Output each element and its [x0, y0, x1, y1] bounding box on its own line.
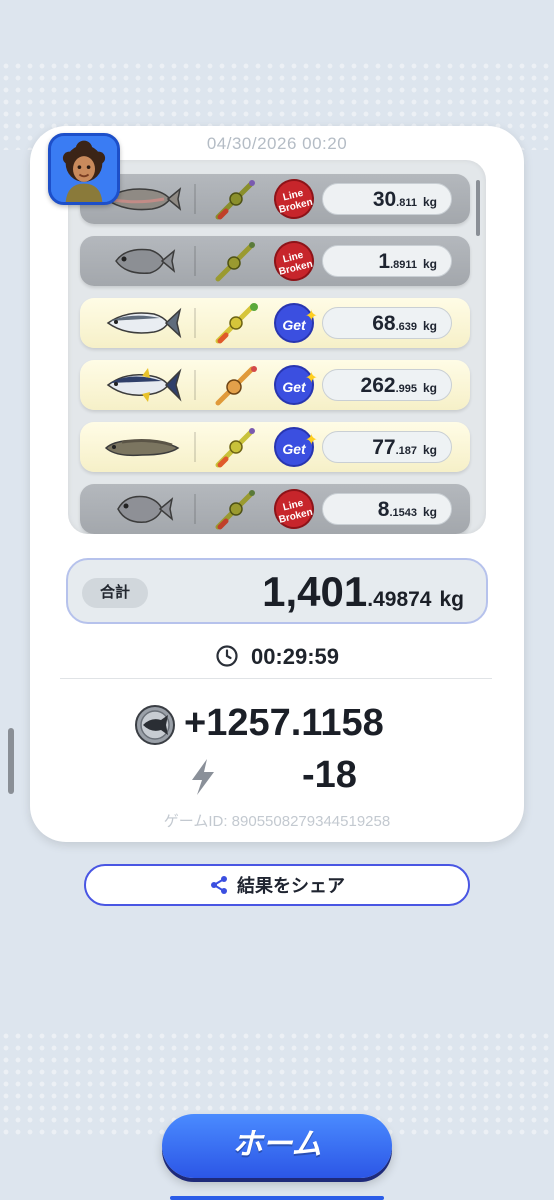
get-badge: Get — [274, 421, 318, 467]
elapsed-time-value: 00:29:59 — [250, 644, 340, 669]
share-icon — [211, 876, 227, 894]
fishing-rod-icon — [212, 239, 262, 283]
energy-cost: -18 — [134, 754, 434, 798]
fishing-rod-icon — [212, 177, 262, 221]
coin-reward: +1257.1158 — [134, 702, 434, 746]
amberjack-icon — [102, 304, 182, 342]
catch-row: Get 262.995kg — [80, 359, 470, 410]
fishing-rod-icon — [212, 363, 262, 407]
fish-coin-icon — [135, 705, 175, 745]
total-weight-box: 合計 1,401.49874 kg — [66, 558, 488, 624]
lightning-bolt-icon — [192, 759, 214, 795]
next-button-edge — [170, 1196, 384, 1200]
fishing-rod-icon — [212, 487, 262, 531]
catch-list[interactable]: Line Broken 30.811 kg Line Broken 1.8911 kg — [68, 160, 486, 534]
catch-row: Line Broken 1.8911 kg — [80, 236, 470, 286]
row-divider — [194, 494, 196, 524]
catch-row: Get 77.187kg — [80, 421, 470, 472]
tuna-icon — [102, 366, 182, 404]
row-divider — [194, 308, 196, 338]
catch-weight: 68.639 kg — [322, 307, 452, 339]
catch-weight: 262.995 kg — [322, 369, 452, 401]
catch-weight: 1.8911 kg — [322, 245, 452, 277]
player-avatar[interactable] — [48, 133, 120, 205]
coin-reward-value: +1257.1158 — [184, 702, 384, 744]
divider — [60, 678, 492, 679]
line-broken-badge: Line Broken — [269, 236, 319, 286]
catch-weight: 77.187 kg — [322, 431, 452, 463]
get-badge: Get — [274, 359, 318, 405]
catch-row: Get 68.639kg — [80, 297, 470, 348]
catch-row: Line Broken 8.1543 kg — [80, 484, 470, 534]
fishing-rod-icon — [212, 301, 262, 345]
fishing-rod-icon — [212, 425, 262, 469]
piranha-icon — [102, 490, 182, 528]
catch-row: Line Broken 30.811 kg — [80, 174, 470, 224]
get-badge: Get — [274, 297, 318, 343]
energy-cost-value: -18 — [302, 754, 357, 796]
catch-weight: 8.1543 kg — [322, 493, 452, 525]
row-divider — [194, 370, 196, 400]
clock-icon — [216, 645, 238, 667]
share-button-label: 結果をシェア — [237, 876, 345, 896]
total-weight: 1,401.49874 kg — [262, 568, 464, 615]
elapsed-time: 00:29:59 — [30, 644, 524, 670]
snakehead-icon — [102, 428, 182, 466]
catch-weight: 30.811 kg — [322, 183, 452, 215]
result-card: 04/30/2026 00:20 Line Broken 30.811 kg L… — [30, 126, 524, 842]
line-broken-badge: Line Broken — [269, 174, 319, 224]
page-scrollbar[interactable] — [8, 728, 14, 794]
line-broken-badge: Line Broken — [269, 484, 319, 534]
row-divider — [194, 432, 196, 462]
row-divider — [194, 184, 196, 214]
snapper-icon — [102, 242, 182, 280]
share-result-button[interactable]: 結果をシェア — [84, 864, 470, 906]
home-button[interactable]: ホーム — [162, 1114, 392, 1178]
total-label: 合計 — [82, 578, 148, 608]
catch-list-scrollbar[interactable] — [476, 180, 480, 236]
row-divider — [194, 246, 196, 276]
game-id: ゲームID: 8905508279344519258 — [163, 813, 391, 830]
